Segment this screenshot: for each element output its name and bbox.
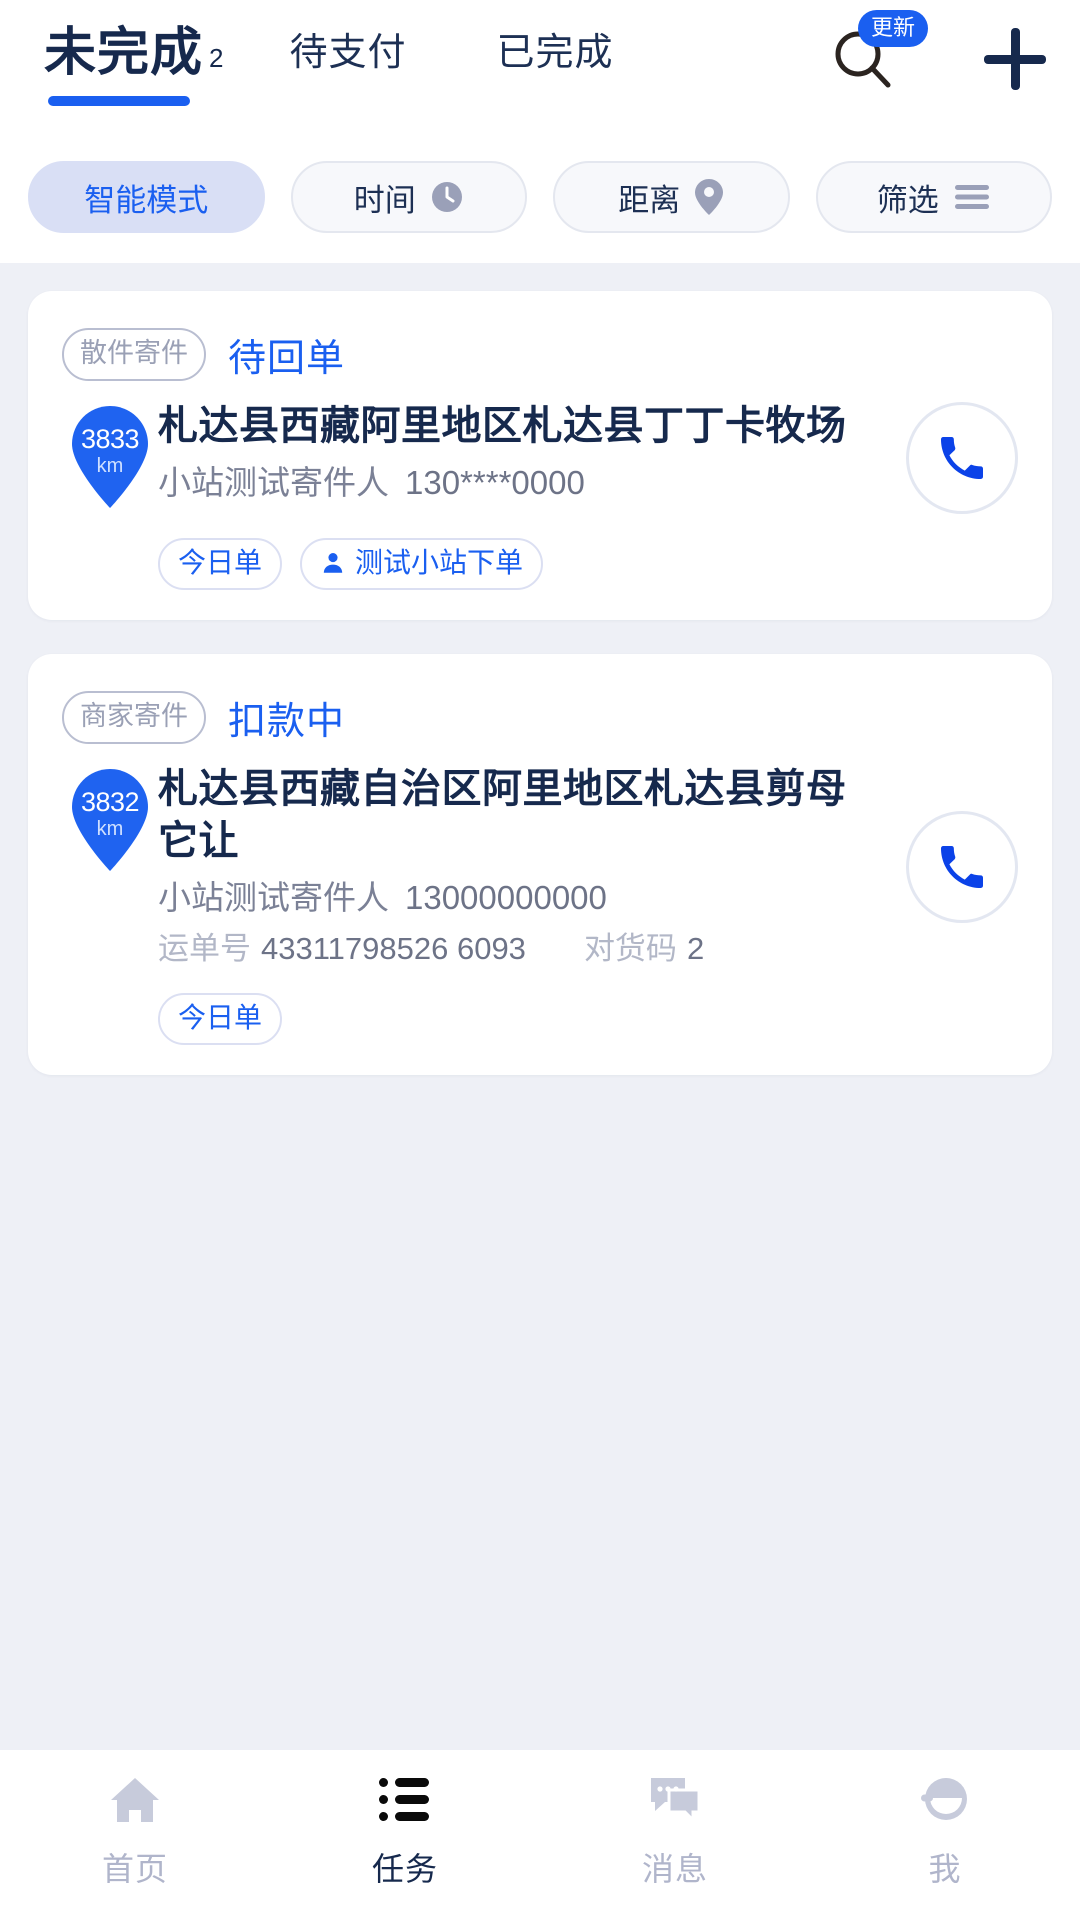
sender-phone: 13000000000 bbox=[405, 879, 607, 916]
pickup-code-label: 对货码 bbox=[583, 931, 677, 966]
order-tag-today: 今日单 bbox=[158, 538, 283, 590]
order-card[interactable]: 商家寄件 扣款中 3832 km 札达县西藏自治区阿里地区札达县剪母它让 小站测… bbox=[28, 654, 1052, 1075]
filter-chip-filter-label: 筛选 bbox=[876, 182, 939, 218]
add-order-button[interactable] bbox=[984, 28, 1046, 90]
order-card-body: 3832 km 札达县西藏自治区阿里地区札达县剪母它让 小站测试寄件人 13000… bbox=[62, 763, 1018, 971]
sender-name: 小站测试寄件人 bbox=[158, 879, 389, 916]
tab-bar: 未完成 2 待支付 已完成 更新 bbox=[0, 0, 1080, 145]
filter-chip-smart-mode-label: 智能模式 bbox=[84, 182, 209, 218]
bottom-navigation: 首页 任务 消息 我 bbox=[0, 1750, 1080, 1920]
nav-item-messages-label: 消息 bbox=[641, 1851, 708, 1887]
distance-pin: 3832 km bbox=[62, 767, 158, 879]
filter-chip-distance-label: 距离 bbox=[618, 182, 681, 218]
distance-unit: km bbox=[96, 818, 124, 840]
order-status: 扣款中 bbox=[228, 701, 346, 743]
filter-chip-time[interactable]: 时间 bbox=[290, 161, 527, 233]
sender-name: 小站测试寄件人 bbox=[158, 464, 389, 501]
nav-item-tasks[interactable]: 任务 bbox=[270, 1772, 540, 1890]
pickup-code-value: 2 bbox=[686, 931, 705, 966]
order-type-tag: 散件寄件 bbox=[62, 328, 206, 381]
order-tags: 今日单 bbox=[62, 993, 1018, 1045]
header-actions: 更新 bbox=[832, 10, 1046, 90]
clock-icon bbox=[430, 180, 464, 214]
header: 未完成 2 待支付 已完成 更新 bbox=[0, 0, 1080, 145]
order-sender: 小站测试寄件人 13000000000 bbox=[158, 875, 886, 921]
order-tag-today-label: 今日单 bbox=[178, 1002, 263, 1033]
nav-item-tasks-label: 任务 bbox=[371, 1851, 438, 1887]
nav-item-profile[interactable]: 我 bbox=[810, 1772, 1080, 1890]
order-card-body: 3833 km 札达县西藏阿里地区札达县丁丁卡牧场 小站测试寄件人 130****… bbox=[62, 400, 1018, 516]
tab-completed[interactable]: 已完成 bbox=[497, 22, 614, 84]
call-button[interactable] bbox=[906, 811, 1018, 923]
home-icon bbox=[107, 1772, 163, 1828]
order-tags: 今日单 测试小站下单 bbox=[62, 538, 1018, 590]
sender-phone: 130****0000 bbox=[405, 464, 585, 501]
call-button[interactable] bbox=[906, 402, 1018, 514]
order-card-header: 商家寄件 扣款中 bbox=[62, 690, 1018, 745]
tab-active-underline bbox=[48, 96, 190, 106]
order-info: 札达县西藏自治区阿里地区札达县剪母它让 小站测试寄件人 13000000000 运… bbox=[158, 763, 906, 971]
filter-bar: 智能模式 时间 距离 筛选 bbox=[0, 145, 1080, 263]
distance-value: 3833 bbox=[80, 424, 140, 454]
person-icon bbox=[323, 553, 343, 573]
order-tag-station-label: 测试小站下单 bbox=[355, 547, 524, 578]
nav-item-home-label: 首页 bbox=[101, 1851, 168, 1887]
filter-lines-icon bbox=[953, 182, 991, 212]
distance-pin: 3833 km bbox=[62, 404, 158, 516]
filter-chip-filter[interactable]: 筛选 bbox=[815, 161, 1052, 233]
order-sender: 小站测试寄件人 130****0000 bbox=[158, 460, 886, 506]
phone-icon bbox=[941, 437, 983, 479]
order-address: 札达县西藏自治区阿里地区札达县剪母它让 bbox=[158, 767, 847, 863]
order-type-tag: 商家寄件 bbox=[62, 691, 206, 744]
search-button[interactable]: 更新 bbox=[832, 10, 929, 90]
location-pin-icon bbox=[694, 178, 724, 216]
filter-chip-time-label: 时间 bbox=[353, 182, 416, 218]
nav-item-home[interactable]: 首页 bbox=[0, 1772, 270, 1890]
order-tag-station: 测试小站下单 bbox=[300, 538, 544, 590]
filter-chip-smart-mode[interactable]: 智能模式 bbox=[28, 161, 265, 233]
tab-pending-payment[interactable]: 待支付 bbox=[289, 22, 406, 84]
filter-chip-distance[interactable]: 距离 bbox=[553, 161, 790, 233]
order-list: 散件寄件 待回单 3833 km 札达县西藏阿里地区札达县丁丁卡牧场 小站测试寄… bbox=[0, 263, 1080, 1750]
distance-value: 3832 bbox=[80, 787, 140, 817]
order-info: 札达县西藏阿里地区札达县丁丁卡牧场 小站测试寄件人 130****0000 bbox=[158, 400, 906, 506]
order-tag-today: 今日单 bbox=[158, 993, 283, 1045]
chat-icon bbox=[647, 1772, 703, 1828]
tab-unfinished[interactable]: 未完成 2 bbox=[44, 22, 224, 106]
update-badge: 更新 bbox=[858, 10, 929, 47]
list-icon bbox=[379, 1772, 431, 1828]
tab-unfinished-label: 未完成 bbox=[44, 24, 204, 82]
tab-pending-payment-label: 待支付 bbox=[289, 32, 407, 74]
order-status: 待回单 bbox=[228, 338, 346, 380]
waybill-label: 运单号 bbox=[158, 931, 251, 966]
order-card-header: 散件寄件 待回单 bbox=[62, 327, 1018, 382]
nav-item-profile-label: 我 bbox=[928, 1851, 962, 1887]
nav-item-messages[interactable]: 消息 bbox=[540, 1772, 810, 1890]
phone-icon bbox=[941, 846, 983, 888]
distance-unit: km bbox=[96, 455, 124, 477]
tab-unfinished-count: 2 bbox=[209, 43, 224, 73]
order-tag-today-label: 今日单 bbox=[178, 547, 263, 578]
profile-icon bbox=[918, 1772, 972, 1828]
order-address: 札达县西藏阿里地区札达县丁丁卡牧场 bbox=[158, 404, 847, 448]
app-root: 未完成 2 待支付 已完成 更新 智能模式 时间 距离 筛选 散件寄件 待回单 … bbox=[0, 0, 1080, 1920]
tab-completed-label: 已完成 bbox=[496, 32, 614, 74]
order-card[interactable]: 散件寄件 待回单 3833 km 札达县西藏阿里地区札达县丁丁卡牧场 小站测试寄… bbox=[28, 291, 1052, 620]
waybill-number: 43311798526 6093 bbox=[261, 931, 526, 966]
order-waybill: 运单号 43311798526 6093 对货码 2 bbox=[158, 927, 886, 971]
